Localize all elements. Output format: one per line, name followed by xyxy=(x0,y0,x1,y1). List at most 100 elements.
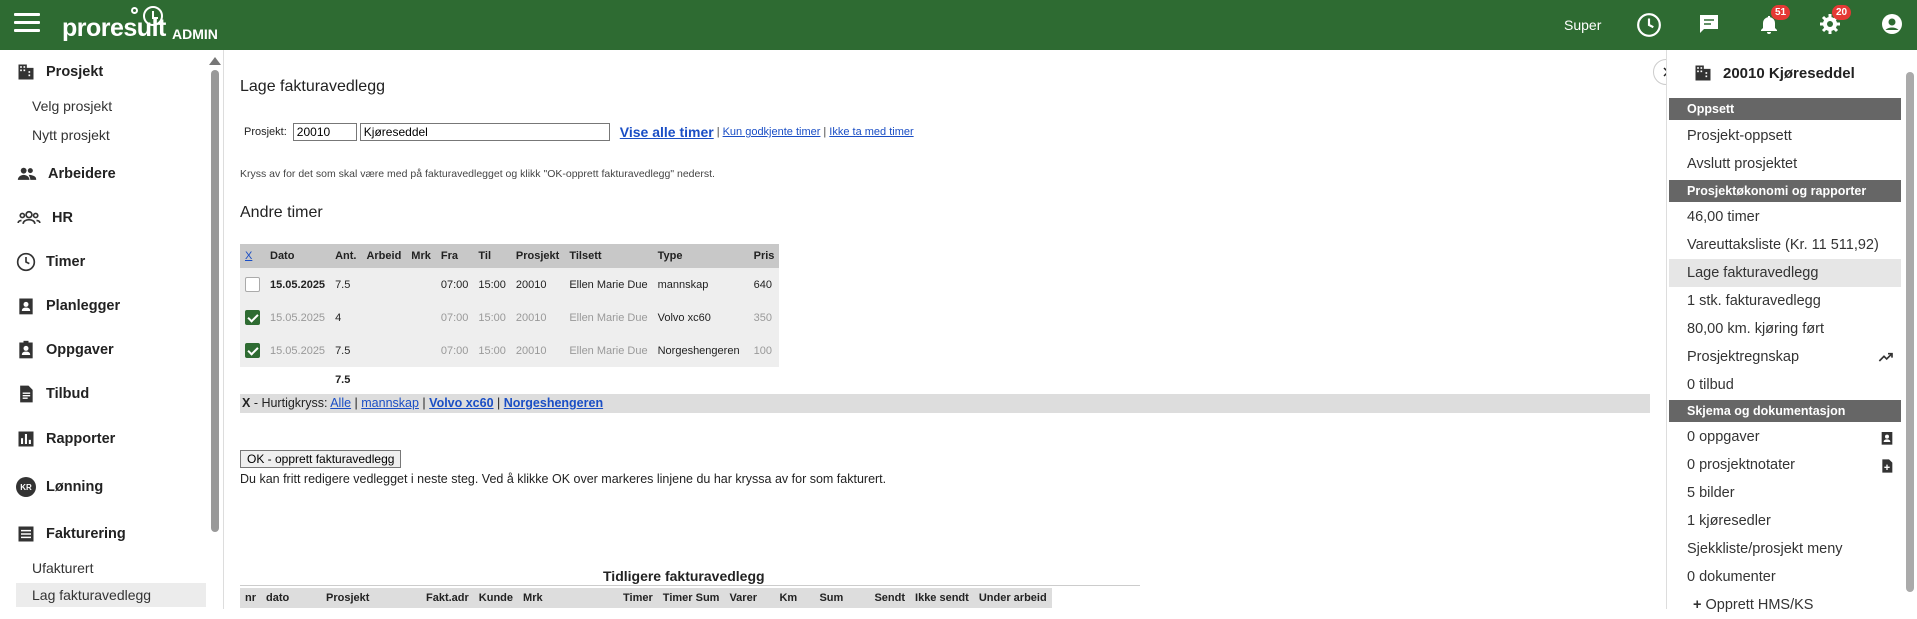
sidebar-scrollbar[interactable] xyxy=(211,70,219,532)
project-name-input[interactable] xyxy=(359,123,610,141)
panel-item-fakturavedlegg[interactable]: 1 stk. fakturavedlegg xyxy=(1669,287,1901,315)
panel-item-kjoresedler[interactable]: 1 kjøresedler xyxy=(1669,507,1901,535)
list-icon xyxy=(18,526,34,542)
panel-item-dokumenter[interactable]: 0 dokumenter xyxy=(1669,563,1901,591)
col-type: Type xyxy=(652,244,749,268)
quick-link-mannskap[interactable]: mannskap xyxy=(361,396,419,410)
logo-clock-icon xyxy=(143,6,163,26)
project-label: Prosjekt: xyxy=(244,126,287,138)
sidebar-item-planlegger[interactable]: Planlegger xyxy=(16,296,120,316)
table-row: 15.05.2025 7.5 07:00 15:00 20010 Ellen M… xyxy=(240,334,780,367)
col-x[interactable]: X xyxy=(240,244,265,268)
cell-til: 15:00 xyxy=(473,268,511,301)
table-row: 15.05.2025 4 07:00 15:00 20010 Ellen Mar… xyxy=(240,301,780,334)
separator: | xyxy=(823,126,827,138)
clock-icon[interactable] xyxy=(1636,12,1662,38)
row-checkbox[interactable] xyxy=(245,277,260,292)
sidebar-item-oppgaver[interactable]: Oppgaver xyxy=(16,340,114,360)
cell-prosjekt: 20010 xyxy=(510,334,565,367)
sidebar-item-arbeidere[interactable]: Arbeidere xyxy=(16,164,116,184)
sidebar-item-prosjekt[interactable]: Prosjekt xyxy=(16,62,103,82)
sidebar-item-fakturering[interactable]: Fakturering xyxy=(16,524,126,544)
hours-table: X Dato Ant. Arbeid Mrk Fra Til Prosjekt … xyxy=(240,244,780,392)
exclude-hours-link[interactable]: Ikke ta med timer xyxy=(829,126,913,138)
sidebar-sub-ufakturert[interactable]: Ufakturert xyxy=(32,560,93,576)
sidebar-item-tilbud[interactable]: Tilbud xyxy=(16,384,89,404)
panel-item-bilder[interactable]: 5 bilder xyxy=(1669,479,1901,507)
project-number-input[interactable] xyxy=(292,123,357,141)
cell-pris: 640 xyxy=(748,268,780,301)
cell-prosjekt: 20010 xyxy=(510,268,565,301)
sidebar-item-hr[interactable]: HR xyxy=(16,208,73,228)
sidebar-sub-lag-fakturavedlegg[interactable]: Lag fakturavedlegg xyxy=(16,583,206,607)
project-panel-title-text: 20010 Kjøreseddel xyxy=(1723,64,1855,82)
cell-type: mannskap xyxy=(652,268,749,301)
people-icon xyxy=(17,167,37,180)
col-arbeid: Arbeid xyxy=(361,244,407,268)
account-icon[interactable] xyxy=(1880,12,1906,38)
cell-ant: 7.5 xyxy=(330,268,362,301)
panel-item-tilbud[interactable]: 0 tilbud xyxy=(1669,371,1901,399)
table-sum-row: 7.5 xyxy=(240,367,780,392)
row-checkbox[interactable] xyxy=(245,310,260,325)
panel-item-timer[interactable]: 46,00 timer xyxy=(1669,203,1901,231)
user-name[interactable]: Super xyxy=(1564,17,1601,33)
col-nr: nr xyxy=(240,588,261,608)
quick-link-alle[interactable]: Alle xyxy=(330,396,351,410)
approved-hours-link[interactable]: Kun godkjente timer xyxy=(723,126,821,138)
panel-item-vareuttak[interactable]: Vareuttaksliste (Kr. 11 511,92) xyxy=(1669,231,1901,259)
hamburger-menu-icon[interactable] xyxy=(14,13,40,35)
panel-item-opprett-hms[interactable]: + Opprett HMS/KS xyxy=(1669,591,1901,619)
sidebar-sub-velg-prosjekt[interactable]: Velg prosjekt xyxy=(32,98,112,114)
building-icon xyxy=(1695,65,1711,81)
cell-mrk xyxy=(406,268,436,301)
sidebar-sub-nytt-prosjekt[interactable]: Nytt prosjekt xyxy=(32,127,110,143)
panel-scrollbar[interactable] xyxy=(1906,72,1914,592)
section-title: Andre timer xyxy=(240,204,323,221)
panel-item-prosjektregnskap[interactable]: Prosjektregnskap xyxy=(1669,343,1901,371)
panel-item-label: Opprett HMS/KS xyxy=(1705,597,1814,613)
col-pris: Pris xyxy=(748,244,780,268)
row-checkbox[interactable] xyxy=(245,343,260,358)
table-row: 15.05.2025 7.5 07:00 15:00 20010 Ellen M… xyxy=(240,268,780,301)
quick-link-volvo[interactable]: Volvo xc60 xyxy=(429,396,493,410)
col-under-arbeid: Under arbeid xyxy=(973,588,1052,608)
cell-tilsett: Ellen Marie Due xyxy=(564,301,653,334)
col-faktadr: Fakt.adr xyxy=(421,588,474,608)
group-icon xyxy=(17,210,41,224)
col-fra: Fra xyxy=(435,244,474,268)
quick-check-bar: X - Hurtigkryss: Alle | mannskap | Volvo… xyxy=(240,394,1650,413)
scroll-up-arrow-icon[interactable] xyxy=(209,57,221,65)
col-kunde: Kunde xyxy=(473,588,519,608)
separator: | xyxy=(716,126,720,138)
avatar: KR xyxy=(16,477,36,497)
panel-item-avslutt[interactable]: Avslutt prosjektet xyxy=(1669,150,1901,178)
previous-invoices-table: nr dato Prosjekt Fakt.adr Kunde Mrk Time… xyxy=(240,588,1052,608)
sidebar-item-rapporter[interactable]: Rapporter xyxy=(16,429,115,449)
panel-item-prosjektnotater[interactable]: 0 prosjektnotater xyxy=(1669,451,1901,479)
panel-item-lage-fakturavedlegg[interactable]: Lage fakturavedlegg xyxy=(1669,259,1901,287)
show-all-hours-link[interactable]: Vise alle timer xyxy=(620,124,714,140)
panel-item-kjoring[interactable]: 80,00 km. kjøring ført xyxy=(1669,315,1901,343)
bell-icon[interactable]: 51 xyxy=(1757,5,1791,38)
col-sendt: Sendt xyxy=(869,588,911,608)
panel-item-prosjekt-oppsett[interactable]: Prosjekt-oppsett xyxy=(1669,122,1901,150)
document-icon xyxy=(20,385,33,403)
cell-fra: 07:00 xyxy=(435,268,474,301)
sidebar-item-timer[interactable]: Timer xyxy=(16,252,85,272)
ok-create-invoice-button[interactable]: OK - opprett fakturavedlegg xyxy=(240,450,402,468)
plus-icon: + xyxy=(1693,597,1702,613)
divider xyxy=(240,585,1140,586)
panel-item-sjekkliste[interactable]: Sjekkliste/prosjekt meny xyxy=(1669,535,1901,563)
cell-fra: 07:00 xyxy=(435,301,474,334)
sidebar-item-label: Fakturering xyxy=(46,526,126,542)
sidebar-item-lonning[interactable]: KR Lønning xyxy=(16,477,103,497)
chat-icon[interactable] xyxy=(1697,12,1723,38)
quick-link-norgeshengeren[interactable]: Norgeshengeren xyxy=(504,396,603,410)
gear-icon[interactable]: 20 xyxy=(1818,5,1852,38)
table-header-row: X Dato Ant. Arbeid Mrk Fra Til Prosjekt … xyxy=(240,244,780,268)
panel-item-oppgaver[interactable]: 0 oppgaver xyxy=(1669,423,1901,451)
clock-icon xyxy=(16,252,36,272)
panel-item-label: 0 oppgaver xyxy=(1687,429,1760,445)
col-til: Til xyxy=(473,244,511,268)
